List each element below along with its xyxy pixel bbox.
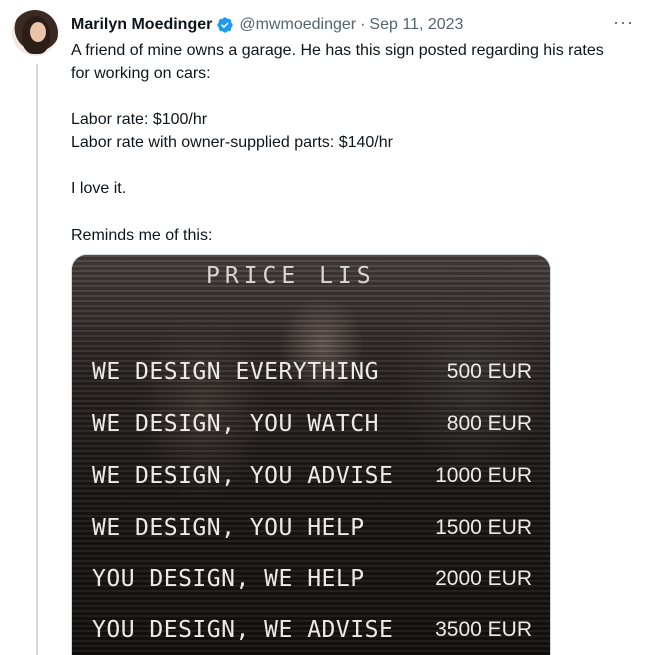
service-price: 3500 EUR	[435, 618, 532, 641]
tweet-text: A friend of mine owns a garage. He has t…	[71, 40, 641, 247]
service-name: WE DESIGN EVERYTHING	[92, 359, 379, 385]
tweet-line: A friend of mine owns a garage. He has t…	[71, 42, 604, 59]
verified-badge-icon[interactable]	[216, 16, 234, 34]
service-price: 800 EUR	[446, 412, 532, 435]
price-row: WE DESIGN, YOU HELP 1500 EUR	[92, 508, 532, 548]
service-price: 2000 EUR	[435, 567, 532, 590]
service-name: WE DESIGN, YOU HELP	[92, 515, 365, 541]
service-name: WE DESIGN, YOU WATCH	[92, 411, 379, 437]
service-name: YOU DESIGN, WE HELP	[92, 566, 365, 592]
avatar-face	[30, 22, 46, 42]
avatar[interactable]	[12, 10, 58, 56]
service-name: YOU DESIGN, WE ADVISE	[92, 617, 394, 643]
tweet-line: I love it.	[71, 180, 127, 197]
tweet-image[interactable]: PRICE LIS WE DESIGN EVERYTHING 500 EUR W…	[71, 254, 551, 655]
price-row: WE DESIGN, YOU ADVISE 1000 EUR	[92, 456, 532, 496]
tweet-line: Labor rate: $100/hr	[71, 111, 208, 128]
price-row: WE DESIGN EVERYTHING 500 EUR	[92, 352, 532, 392]
service-name: WE DESIGN, YOU ADVISE	[92, 463, 394, 489]
service-price: 500 EUR	[446, 360, 532, 383]
price-row: YOU DESIGN, WE ADVISE 3500 EUR	[92, 610, 532, 650]
sign-title: PRICE LIS	[206, 263, 376, 289]
tweet-line: Reminds me of this:	[71, 226, 213, 244]
tweet-line: for working on cars:	[71, 64, 211, 82]
service-price: 1000 EUR	[435, 464, 532, 487]
author-handle[interactable]: @mwmoedinger	[239, 16, 356, 34]
price-row: YOU DESIGN, WE HELP 2000 EUR	[92, 559, 532, 599]
tweet-date[interactable]: Sep 11, 2023	[369, 16, 463, 34]
author-name[interactable]: Marilyn Moedinger	[71, 16, 212, 34]
service-price: 1500 EUR	[435, 516, 532, 539]
price-row: WE DESIGN, YOU WATCH 800 EUR	[92, 404, 532, 444]
tweet-header: Marilyn Moedinger @mwmoedinger · Sep 11,…	[71, 12, 634, 36]
separator-dot: ·	[360, 16, 366, 33]
thread-line	[36, 64, 38, 655]
more-dots-icon[interactable]: ···	[613, 12, 634, 33]
tweet-line: Labor rate with owner-supplied parts: $1…	[71, 133, 393, 151]
